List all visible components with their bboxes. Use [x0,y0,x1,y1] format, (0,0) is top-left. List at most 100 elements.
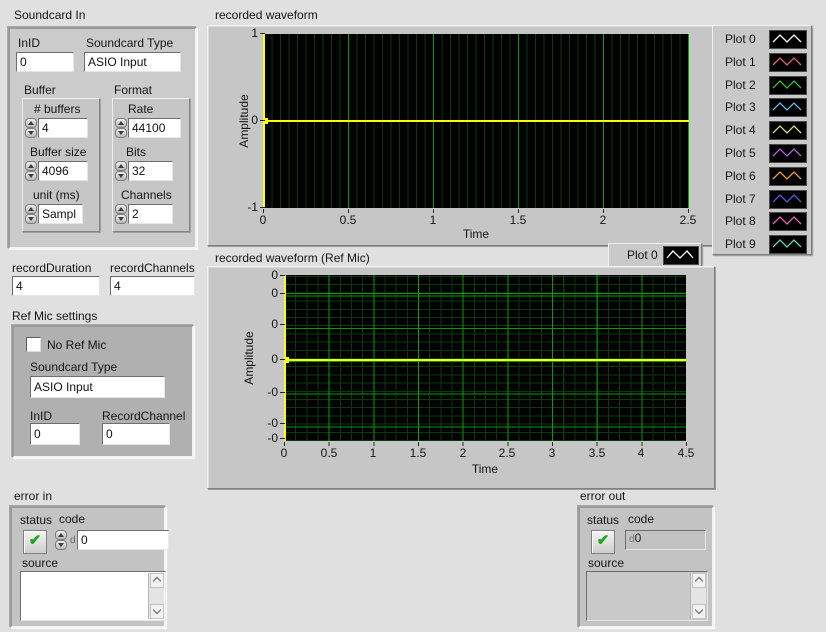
graph2-ytick: -0 [252,432,278,445]
labview-front-panel: Soundcard In InID Soundcard Type Buffer … [0,0,826,632]
record-duration-field[interactable] [12,276,100,296]
bits-field[interactable] [128,161,173,181]
ref-mic-title: Ref Mic settings [12,309,97,323]
soundcard-type-field[interactable] [84,52,181,72]
unit-field[interactable] [38,204,83,224]
increment-icon[interactable] [115,161,127,171]
graph2-ytick: -0 [252,417,278,430]
scroll-down-button[interactable] [692,604,706,619]
decrement-icon[interactable] [115,171,127,181]
buffer-size-label: Buffer size [30,145,86,159]
waveform-icon[interactable] [769,121,807,140]
legend-item-plot5[interactable]: Plot 5 [713,144,811,163]
waveform-icon[interactable] [769,212,807,231]
scroll-up-button[interactable] [692,573,706,588]
graph2-xtick: 3 [535,447,569,460]
graph2-ytick: -0 [252,386,278,399]
waveform-icon[interactable] [769,30,807,49]
legend-item-plot4[interactable]: Plot 4 [713,121,811,140]
record-duration-label: recordDuration [12,261,91,275]
increment-icon[interactable] [115,118,127,128]
waveform-icon[interactable] [769,98,807,117]
plot-legend-panel: Plot 0 Plot 1 Plot 2 Plot 3 Plot 4 Plot … [712,25,812,255]
legend-item-plot3[interactable]: Plot 3 [713,98,811,117]
scroll-up-icon [153,577,161,585]
scroll-down-button[interactable] [150,604,164,619]
num-buffers-spinner[interactable] [25,118,38,139]
error-in-status-button[interactable]: ✔ [23,530,47,554]
decrement-icon[interactable] [25,128,37,138]
graph2-ytick: 0 [252,287,278,300]
channels-spinner[interactable] [115,204,128,225]
buffer-size-spinner[interactable] [25,161,38,182]
scroll-up-button[interactable] [150,573,164,588]
channels-field[interactable] [128,204,173,224]
graph2-legend[interactable]: Plot 0 [608,243,702,268]
increment-icon[interactable] [25,204,37,214]
record-channel-field[interactable] [102,423,170,445]
rate-spinner[interactable] [115,118,128,139]
graph2-xtick: 3.5 [580,447,614,460]
legend-label: Plot 7 [725,192,756,206]
ref-soundcard-type-field[interactable] [30,376,165,398]
legend-item-plot7[interactable]: Plot 7 [713,190,811,209]
error-out-code-label: code [628,512,654,526]
legend-item-plot1[interactable]: Plot 1 [713,53,811,72]
graph2-x-axis-ticks [284,442,687,446]
error-out-status-label: status [587,513,619,527]
increment-icon[interactable] [55,530,67,540]
error-in-code-field[interactable] [77,530,169,550]
graph2-xtick: 4.5 [669,447,703,460]
graph2-xtick: 1.5 [401,447,435,460]
decrement-icon[interactable] [115,214,127,224]
decrement-icon[interactable] [115,128,127,138]
error-in-title: error in [14,489,52,503]
graph1-xlabel: Time [446,227,506,241]
decrement-icon[interactable] [55,540,67,550]
legend-item-plot0[interactable]: Plot 0 [713,30,811,49]
waveform-icon[interactable] [769,144,807,163]
record-channels-field[interactable] [110,276,195,296]
waveform-icon[interactable] [769,235,807,254]
buffer-size-field[interactable] [38,161,88,181]
error-in-code-label: code [59,512,85,526]
graph2-xlabel: Time [455,462,515,476]
waveform-icon[interactable] [769,76,807,95]
increment-icon[interactable] [25,118,37,128]
legend-item-plot8[interactable]: Plot 8 [713,212,811,231]
error-in-source-scrollbar[interactable] [148,573,164,619]
legend-item-plot9[interactable]: Plot 9 [713,235,811,254]
waveform-icon[interactable] [663,246,699,265]
channels-label: Channels [121,188,172,202]
waveform-icon[interactable] [769,53,807,72]
error-out-source-scrollbar[interactable] [690,573,706,619]
no-ref-mic-checkbox[interactable] [26,337,41,352]
legend-label: Plot 3 [725,100,756,114]
increment-icon[interactable] [115,204,127,214]
decrement-icon[interactable] [25,214,37,224]
unit-spinner[interactable] [25,204,38,225]
graph2-waveform-trace [284,359,686,361]
num-buffers-field[interactable] [38,118,88,138]
scroll-up-icon [695,577,703,585]
inid-field[interactable] [16,52,74,72]
graph1-xtick: 0 [246,214,280,227]
legend-item-plot6[interactable]: Plot 6 [713,167,811,186]
ref-inid-field[interactable] [30,423,80,445]
legend-item-plot2[interactable]: Plot 2 [713,76,811,95]
increment-icon[interactable] [25,161,37,171]
graph1-xtick: 1 [416,214,450,227]
rate-label: Rate [128,102,153,116]
format-subcluster: Rate Bits Channels [112,98,190,232]
waveform-icon[interactable] [769,167,807,186]
legend-label: Plot 5 [725,146,756,160]
decrement-icon[interactable] [25,171,37,181]
status-ok-check-icon: ✔ [29,532,42,549]
waveform-icon[interactable] [769,190,807,209]
error-in-source-box[interactable] [20,571,166,621]
bits-spinner[interactable] [115,161,128,182]
error-in-radix[interactable]: d [70,534,76,548]
rate-field[interactable] [128,118,181,138]
legend-label: Plot 0 [627,248,658,262]
error-in-code-spinner[interactable] [55,530,68,551]
